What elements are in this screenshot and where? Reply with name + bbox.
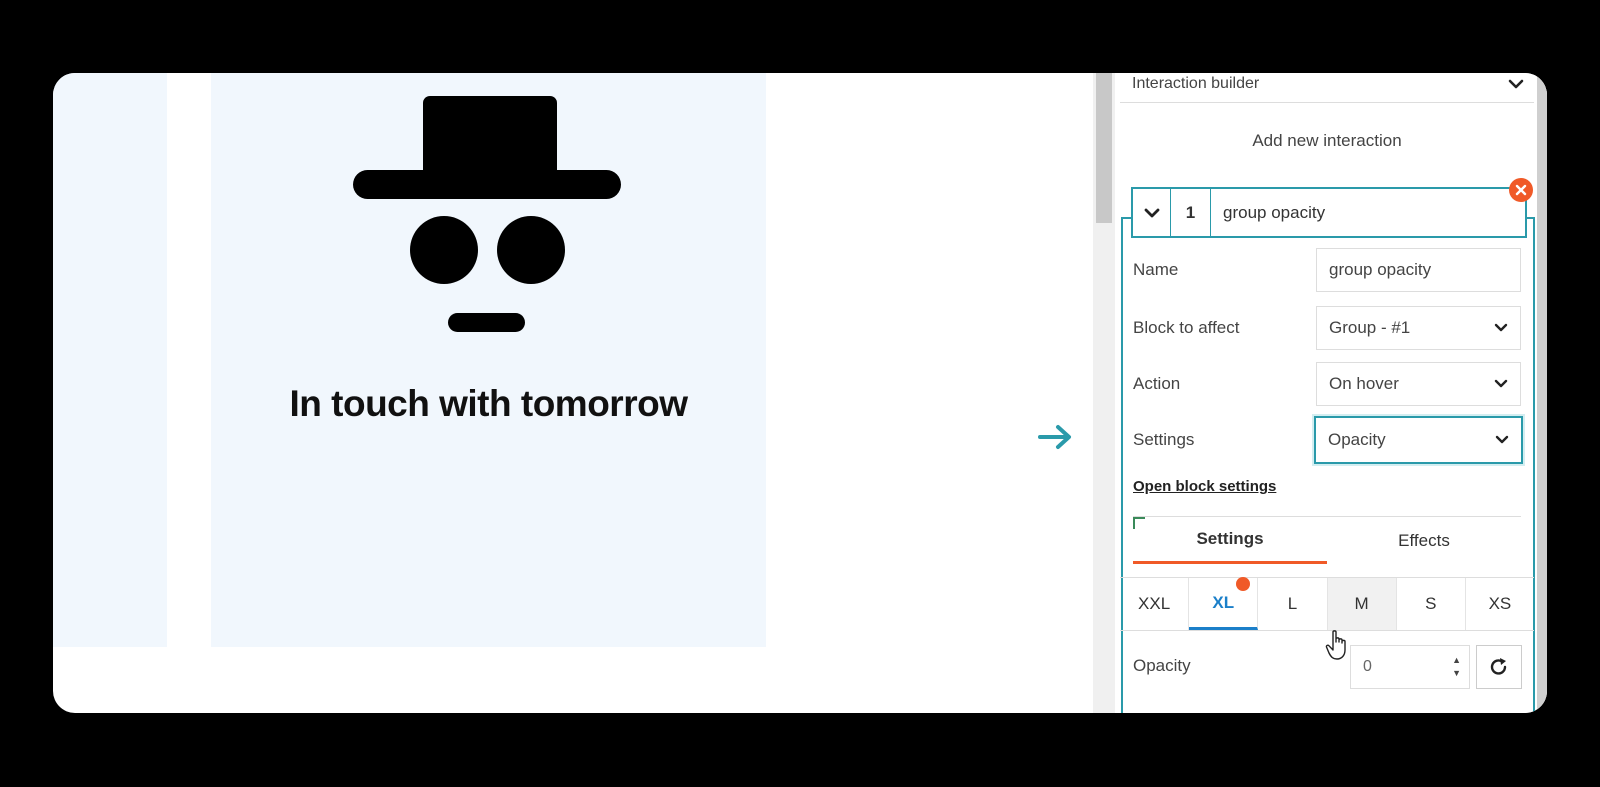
block-to-affect-label: Block to affect [1133, 318, 1240, 337]
reset-icon [1490, 658, 1507, 675]
breakpoint-s[interactable]: S [1397, 578, 1466, 630]
chevron-down-icon [1494, 379, 1508, 388]
tab-effects[interactable]: Effects [1327, 517, 1521, 564]
name-input-value: group opacity [1329, 260, 1432, 279]
arrow-right-icon [1038, 425, 1071, 449]
hat-brim-shape [353, 170, 621, 199]
chevron-down-icon [1144, 208, 1159, 217]
breakpoint-xs[interactable]: XS [1466, 578, 1534, 630]
breakpoint-m[interactable]: M [1327, 578, 1397, 630]
builder-title: Interaction builder [1132, 74, 1260, 92]
card-title: In touch with tomorrow [289, 383, 688, 424]
action-select[interactable]: On hover [1316, 362, 1521, 406]
settings-label: Settings [1133, 430, 1195, 449]
breakpoint-tabs: XXL XL L M S XS [1120, 577, 1534, 631]
app-frame: In touch with tomorrow Interaction build… [53, 73, 1547, 713]
block-to-affect-value: Group - #1 [1329, 318, 1411, 337]
panel-scrollbar[interactable] [1537, 73, 1547, 713]
pointer-hand-icon [1325, 630, 1346, 660]
reset-button[interactable] [1476, 645, 1522, 689]
right-eye-shape [497, 216, 565, 284]
settings-select[interactable]: Opacity [1314, 416, 1523, 464]
name-input[interactable]: group opacity [1316, 248, 1521, 292]
hat-top-shape [423, 96, 557, 178]
canvas-column-left [53, 73, 167, 647]
scrollbar-thumb[interactable] [1096, 73, 1112, 223]
breakpoint-xxl[interactable]: XXL [1120, 578, 1190, 630]
left-eye-shape [410, 216, 478, 284]
interaction-index: 1 [1171, 189, 1211, 236]
breakpoint-xl-label: XL [1212, 592, 1235, 612]
interaction-title: group opacity [1223, 202, 1326, 222]
opacity-stepper[interactable]: ▲ ▼ [1452, 656, 1461, 678]
chevron-down-icon [1508, 79, 1524, 88]
mouth-shape [448, 313, 525, 332]
modified-indicator [1236, 577, 1251, 591]
open-block-settings-link[interactable]: Open block settings [1133, 478, 1276, 495]
opacity-label: Opacity [1133, 656, 1191, 675]
interaction-builder-header[interactable]: Interaction builder [1120, 73, 1534, 103]
breakpoint-xl[interactable]: XL [1189, 577, 1259, 630]
interaction-header[interactable]: 1 group opacity [1131, 187, 1527, 238]
opacity-value: 0 [1363, 658, 1372, 675]
action-value: On hover [1329, 374, 1399, 393]
decrement-icon[interactable]: ▼ [1452, 669, 1461, 678]
name-label: Name [1133, 260, 1179, 279]
tab-settings[interactable]: Settings [1133, 517, 1327, 564]
increment-icon[interactable]: ▲ [1452, 656, 1461, 665]
settings-value: Opacity [1328, 430, 1386, 449]
collapse-toggle[interactable] [1133, 189, 1171, 236]
preview-card[interactable]: In touch with tomorrow [211, 73, 766, 647]
opacity-input[interactable]: 0 ▲ ▼ [1350, 645, 1470, 689]
breakpoint-l[interactable]: L [1258, 578, 1328, 630]
chevron-down-icon [1494, 323, 1508, 332]
settings-tabs: Settings Effects [1133, 516, 1521, 564]
chevron-down-icon [1495, 435, 1509, 444]
block-to-affect-select[interactable]: Group - #1 [1316, 306, 1521, 350]
add-interaction-button[interactable]: Add new interaction [1120, 131, 1534, 151]
close-icon[interactable] [1509, 178, 1533, 202]
action-label: Action [1133, 374, 1181, 393]
